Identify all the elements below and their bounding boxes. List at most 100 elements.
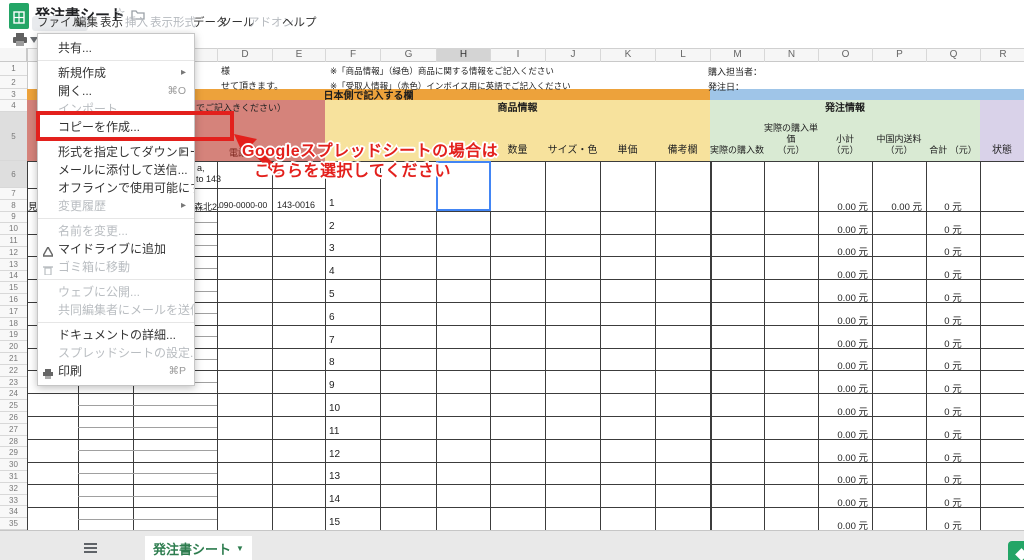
row-header-29[interactable]: 29 (0, 447, 27, 459)
menu-item-印刷[interactable]: 印刷⌘P (38, 362, 194, 380)
total-cell[interactable]: 0 元 (926, 336, 980, 350)
row-header-2[interactable]: 2 (0, 76, 27, 89)
menubar-item-ヘルプ[interactable]: ヘルプ (277, 16, 322, 31)
column-header-G[interactable]: G (380, 48, 436, 62)
column-header-F[interactable]: F (325, 48, 380, 62)
row-header-33[interactable]: 33 (0, 495, 27, 507)
row-header-16[interactable]: 16 (0, 294, 27, 306)
item-number-cell[interactable]: 12 (329, 449, 340, 460)
subtotal-cell[interactable]: 0.00 元 (818, 472, 868, 486)
subtotal-cell[interactable]: 0.00 元 (818, 404, 868, 418)
column-header-I[interactable]: I (490, 48, 545, 62)
blue-band[interactable] (710, 89, 1024, 100)
menu-item-オフラインで使用可能にする[interactable]: オフラインで使用可能にする (38, 179, 194, 197)
item-number-cell[interactable]: 6 (329, 312, 335, 323)
total-cell[interactable]: 0 元 (926, 290, 980, 304)
subtotal-cell[interactable]: 0.00 元 (818, 313, 868, 327)
subtotal-cell[interactable]: 0.00 元 (818, 244, 868, 258)
row-header-12[interactable]: 12 (0, 247, 27, 259)
total-cell[interactable]: 0 元 (926, 313, 980, 327)
total-cell[interactable]: 0 元 (926, 267, 980, 281)
row-header-10[interactable]: 10 (0, 223, 27, 235)
total-cell[interactable]: 0 元 (926, 427, 980, 441)
subtotal-cell[interactable]: 0.00 元 (818, 358, 868, 372)
row-header-18[interactable]: 18 (0, 318, 27, 330)
total-cell[interactable]: 0 元 (926, 222, 980, 236)
menu-item-メールに添付して送信[interactable]: メールに添付して送信... (38, 161, 194, 179)
row-header-8[interactable]: 8 (0, 200, 27, 212)
row-header-3[interactable]: 3 (0, 89, 27, 100)
print-toolbar-icon[interactable] (13, 33, 27, 46)
item-number-cell[interactable]: 1 (329, 198, 335, 209)
menu-item-共有[interactable]: 共有... (38, 39, 194, 57)
column-header-R[interactable]: R (980, 48, 1024, 62)
column-header-Q[interactable]: Q (926, 48, 980, 62)
subtotal-cell[interactable]: 0.00 元 (818, 495, 868, 509)
row-header-35[interactable]: 35 (0, 518, 27, 530)
total-cell[interactable]: 0 元 (926, 472, 980, 486)
row-header-1[interactable]: 1 (0, 62, 27, 76)
total-cell[interactable]: 0 元 (926, 495, 980, 509)
subtotal-cell[interactable]: 0.00 元 (818, 381, 868, 395)
column-header-K[interactable]: K (600, 48, 655, 62)
item-number-cell[interactable]: 14 (329, 494, 340, 505)
item-number-cell[interactable]: 3 (329, 243, 335, 254)
menu-item-開く[interactable]: 開く...⌘O (38, 82, 194, 100)
column-header-H[interactable]: H (436, 48, 490, 62)
sheet-tab-active[interactable]: 発注書シート ▼ (145, 536, 252, 560)
row-header-23[interactable]: 23 (0, 377, 27, 389)
subtotal-cell[interactable]: 0.00 元 (818, 427, 868, 441)
column-header-N[interactable]: N (764, 48, 818, 62)
row-header-34[interactable]: 34 (0, 506, 27, 518)
row-header-4[interactable]: 4 (0, 100, 27, 112)
row-header-31[interactable]: 31 (0, 471, 27, 483)
item-number-cell[interactable]: 2 (329, 221, 335, 232)
row-header-25[interactable]: 25 (0, 400, 27, 412)
item-number-cell[interactable]: 11 (329, 426, 339, 437)
menu-item-ドキュメントの詳細[interactable]: ドキュメントの詳細... (38, 326, 194, 344)
menu-item-マイドライブに追加[interactable]: マイドライブに追加 (38, 240, 194, 258)
subtotal-cell[interactable]: 0.00 元 (818, 267, 868, 281)
row-header-13[interactable]: 13 (0, 259, 27, 271)
row-header-32[interactable]: 32 (0, 483, 27, 495)
item-number-cell[interactable]: 9 (329, 380, 335, 391)
row-header-19[interactable]: 19 (0, 330, 27, 342)
order-info-band[interactable]: 発注情報 (710, 100, 980, 112)
status-header-cell[interactable]: 状態 (980, 100, 1024, 161)
row-header-17[interactable]: 17 (0, 306, 27, 318)
product-info-band[interactable]: 商品情報 (325, 100, 710, 112)
column-header-J[interactable]: J (545, 48, 600, 62)
row-header-5[interactable]: 5 (0, 112, 27, 161)
item-number-cell[interactable]: 5 (329, 289, 335, 300)
column-header-E[interactable]: E (272, 48, 325, 62)
row-header-26[interactable]: 26 (0, 412, 27, 424)
subtotal-cell[interactable]: 0.00 元 (818, 336, 868, 350)
explore-button[interactable] (1008, 541, 1024, 560)
row-header-27[interactable]: 27 (0, 424, 27, 436)
total-cell[interactable]: 0 元 (926, 381, 980, 395)
item-number-cell[interactable]: 7 (329, 335, 335, 346)
row-header-11[interactable]: 11 (0, 235, 27, 247)
row-header-9[interactable]: 9 (0, 212, 27, 224)
select-all-corner[interactable] (0, 48, 27, 62)
total-cell[interactable]: 0 元 (926, 404, 980, 418)
row-header-15[interactable]: 15 (0, 282, 27, 294)
total-cell[interactable]: 0 元 (926, 244, 980, 258)
row-header-7[interactable]: 7 (0, 188, 27, 200)
subtotal-cell[interactable]: 0.00 元 (818, 199, 868, 213)
china-shipping-cell[interactable]: 0.00 元 (872, 199, 922, 213)
row-header-30[interactable]: 30 (0, 459, 27, 471)
all-sheets-icon[interactable] (84, 541, 97, 555)
row-header-14[interactable]: 14 (0, 271, 27, 283)
sheet-tab-menu-icon[interactable]: ▼ (236, 544, 244, 553)
row-header-28[interactable]: 28 (0, 436, 27, 448)
subtotal-cell[interactable]: 0.00 元 (818, 450, 868, 464)
menu-item-形式を指定してダウンロード[interactable]: 形式を指定してダウンロード▸ (38, 143, 194, 161)
item-number-cell[interactable]: 10 (329, 403, 340, 414)
item-number-cell[interactable]: 8 (329, 357, 335, 368)
row-header-6[interactable]: 6 (0, 161, 27, 188)
item-number-cell[interactable]: 15 (329, 517, 340, 528)
subtotal-cell[interactable]: 0.00 元 (818, 290, 868, 304)
total-cell[interactable]: 0 元 (926, 199, 980, 213)
column-header-D[interactable]: D (217, 48, 272, 62)
